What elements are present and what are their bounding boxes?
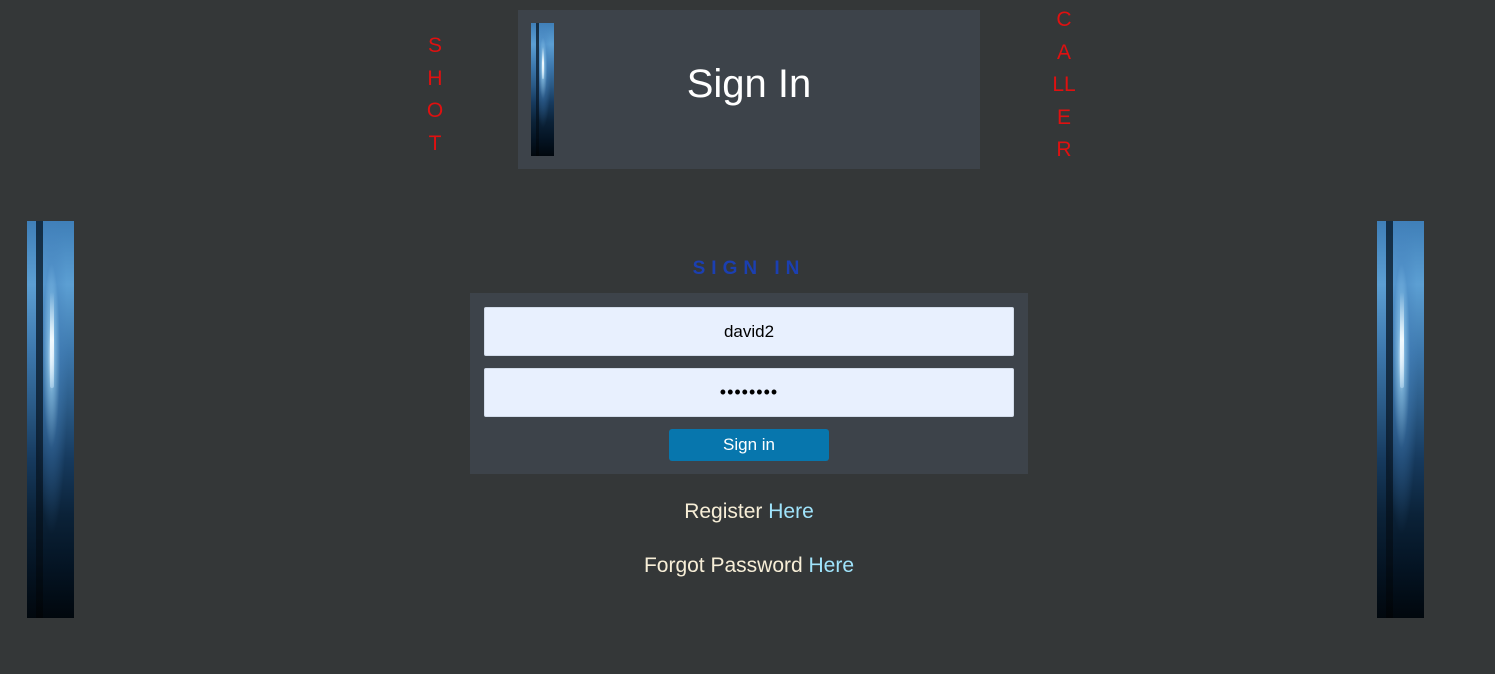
form-heading: SIGN IN <box>692 258 806 279</box>
password-input[interactable] <box>484 368 1014 417</box>
header-panel: Sign In <box>518 10 980 169</box>
forgot-password-line: Forgot Password Here <box>470 554 1028 578</box>
caller-side-text: CALLER <box>1052 8 1076 162</box>
signin-form: Sign in <box>470 293 1028 474</box>
shot-side-text: SHOT <box>426 34 444 155</box>
register-line: Register Here <box>470 500 1028 524</box>
right-banner-image <box>1377 221 1424 618</box>
register-link[interactable]: Here <box>768 500 814 523</box>
page-title: Sign In <box>686 62 812 106</box>
register-text: Register <box>684 500 763 523</box>
forgot-password-link[interactable]: Here <box>809 554 855 577</box>
signin-button[interactable]: Sign in <box>669 429 829 461</box>
left-banner-image <box>27 221 74 618</box>
forgot-password-text: Forgot Password <box>643 554 803 577</box>
username-input[interactable] <box>484 307 1014 356</box>
